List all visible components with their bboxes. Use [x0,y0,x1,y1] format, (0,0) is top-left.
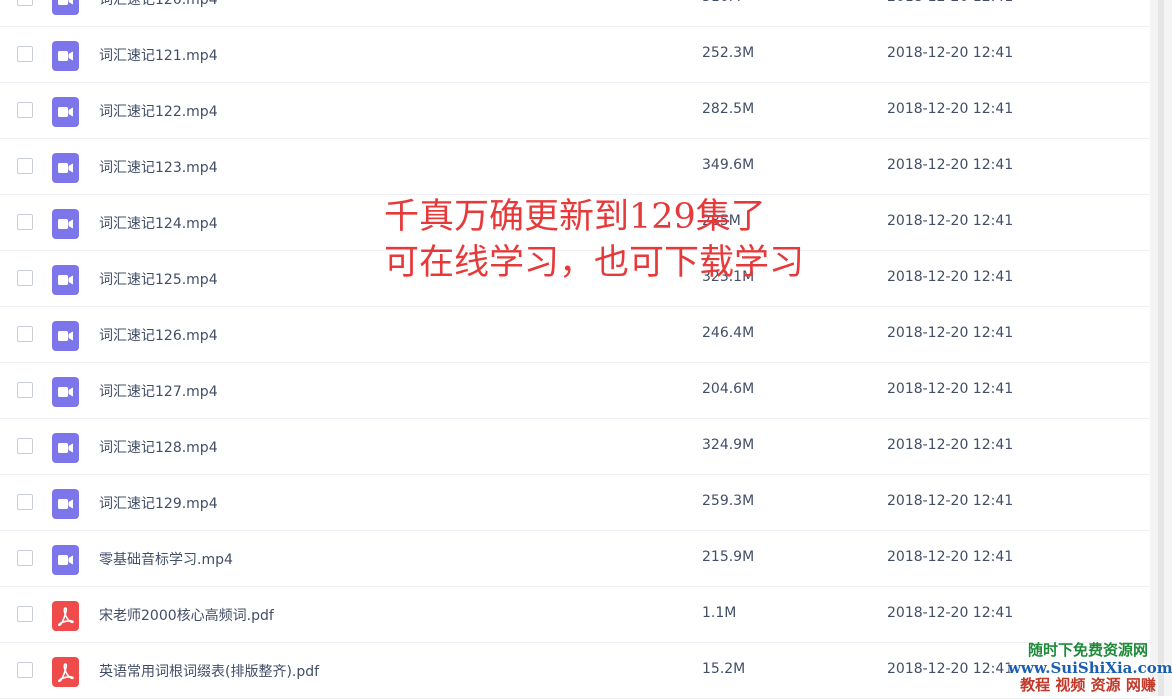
pdf-file-icon[interactable] [52,657,79,687]
file-size: 324.9M [702,437,755,453]
file-modified-date: 2018-12-20 12:41 [887,101,1014,117]
file-checkbox[interactable] [17,46,33,62]
file-checkbox[interactable] [17,382,33,398]
file-size: 349.6M [702,157,755,173]
file-checkbox[interactable] [17,270,33,286]
overlay-line-2: 可在线学习，也可下载学习 [384,243,805,283]
file-size: 310M [702,0,741,5]
file-modified-date: 2018-12-20 12:41 [887,45,1014,61]
watermark-line-3: 教程 视频 资源 网赚 [1020,675,1156,694]
video-file-icon[interactable] [52,321,79,351]
promo-overlay-text: 千真万确更新到129集了 可在线学习，也可下载学习 [384,194,804,286]
file-size: 204.6M [702,381,755,397]
file-size: 246.4M [702,325,755,341]
file-modified-date: 2018-12-20 12:41 [887,269,1014,285]
file-row[interactable]: 宋老师2000核心高频词.pdf 1.1M 2018-12-20 12:41 [0,587,1150,643]
video-file-icon[interactable] [52,545,79,575]
overlay-line-1: 千真万确更新到129集了 [384,197,766,237]
video-file-icon[interactable] [52,41,79,71]
file-row[interactable]: 词汇速记120.mp4 310M 2018-12-20 12:41 [0,0,1150,27]
file-checkbox[interactable] [17,214,33,230]
file-checkbox[interactable] [17,326,33,342]
file-name[interactable]: 词汇速记123.mp4 [99,157,218,177]
file-row[interactable]: 词汇速记121.mp4 252.3M 2018-12-20 12:41 [0,27,1150,83]
file-size: 15.2M [702,661,746,677]
file-modified-date: 2018-12-20 12:41 [887,157,1014,173]
file-modified-date: 2018-12-20 12:41 [887,605,1014,621]
file-name[interactable]: 词汇速记121.mp4 [99,45,218,65]
file-row[interactable]: 英语常用词根词缀表(排版整齐).pdf 15.2M 2018-12-20 12:41 [0,643,1150,699]
file-size: 252.3M [702,45,755,61]
file-checkbox[interactable] [17,606,33,622]
file-modified-date: 2018-12-20 12:41 [887,549,1014,565]
video-file-icon[interactable] [52,209,79,239]
video-file-icon[interactable] [52,97,79,127]
file-checkbox[interactable] [17,158,33,174]
video-file-icon[interactable] [52,153,79,183]
file-name[interactable]: 词汇速记122.mp4 [99,101,218,121]
watermark-line-1: 随时下免费资源网 [1027,641,1148,660]
scrollbar-thumb[interactable] [1158,0,1164,696]
video-file-icon[interactable] [52,489,79,519]
file-name[interactable]: 词汇速记127.mp4 [99,381,218,401]
file-checkbox[interactable] [17,438,33,454]
file-row[interactable]: 词汇速记129.mp4 259.3M 2018-12-20 12:41 [0,475,1150,531]
pdf-file-icon[interactable] [52,601,79,631]
file-name[interactable]: 词汇速记129.mp4 [99,493,218,513]
file-row[interactable]: 词汇速记126.mp4 246.4M 2018-12-20 12:41 [0,307,1150,363]
file-row[interactable]: 词汇速记128.mp4 324.9M 2018-12-20 12:41 [0,419,1150,475]
file-row[interactable]: 词汇速记122.mp4 282.5M 2018-12-20 12:41 [0,83,1150,139]
file-name[interactable]: 词汇速记128.mp4 [99,437,218,457]
file-checkbox[interactable] [17,662,33,678]
file-size: 282.5M [702,101,755,117]
file-checkbox[interactable] [17,550,33,566]
file-modified-date: 2018-12-20 12:41 [887,213,1014,229]
vertical-scrollbar[interactable] [1150,0,1172,696]
file-size: 259.3M [702,493,755,509]
file-name[interactable]: 词汇速记125.mp4 [99,269,218,289]
site-watermark: 随时下免费资源网 www.SuiShiXia.com 教程 视频 资源 网赚 [1008,641,1172,694]
video-file-icon[interactable] [52,433,79,463]
file-checkbox[interactable] [17,494,33,510]
video-file-icon[interactable] [52,265,79,295]
video-file-icon[interactable] [52,0,79,15]
file-modified-date: 2018-12-20 12:41 [887,381,1014,397]
watermark-line-2: www.SuiShiXia.com [1008,658,1172,677]
file-name[interactable]: 零基础音标学习.mp4 [99,549,233,569]
file-modified-date: 2018-12-20 12:41 [887,437,1014,453]
video-file-icon[interactable] [52,377,79,407]
file-modified-date: 2018-12-20 12:41 [887,661,1014,677]
file-row[interactable]: 词汇速记123.mp4 349.6M 2018-12-20 12:41 [0,139,1150,195]
file-name[interactable]: 英语常用词根词缀表(排版整齐).pdf [99,661,319,681]
file-modified-date: 2018-12-20 12:41 [887,325,1014,341]
file-name[interactable]: 词汇速记124.mp4 [99,213,218,233]
file-row[interactable]: 零基础音标学习.mp4 215.9M 2018-12-20 12:41 [0,531,1150,587]
file-list: 词汇速记120.mp4310M2018-12-20 12:41词汇速记121.m… [0,0,1150,699]
file-size: 1.1M [702,605,737,621]
file-checkbox[interactable] [17,102,33,118]
file-checkbox[interactable] [17,0,33,6]
file-name[interactable]: 宋老师2000核心高频词.pdf [99,605,274,625]
file-name[interactable]: 词汇速记120.mp4 [99,0,218,9]
file-modified-date: 2018-12-20 12:41 [887,0,1013,5]
file-row[interactable]: 词汇速记127.mp4 204.6M 2018-12-20 12:41 [0,363,1150,419]
file-name[interactable]: 词汇速记126.mp4 [99,325,218,345]
file-size: 215.9M [702,549,755,565]
file-modified-date: 2018-12-20 12:41 [887,493,1014,509]
